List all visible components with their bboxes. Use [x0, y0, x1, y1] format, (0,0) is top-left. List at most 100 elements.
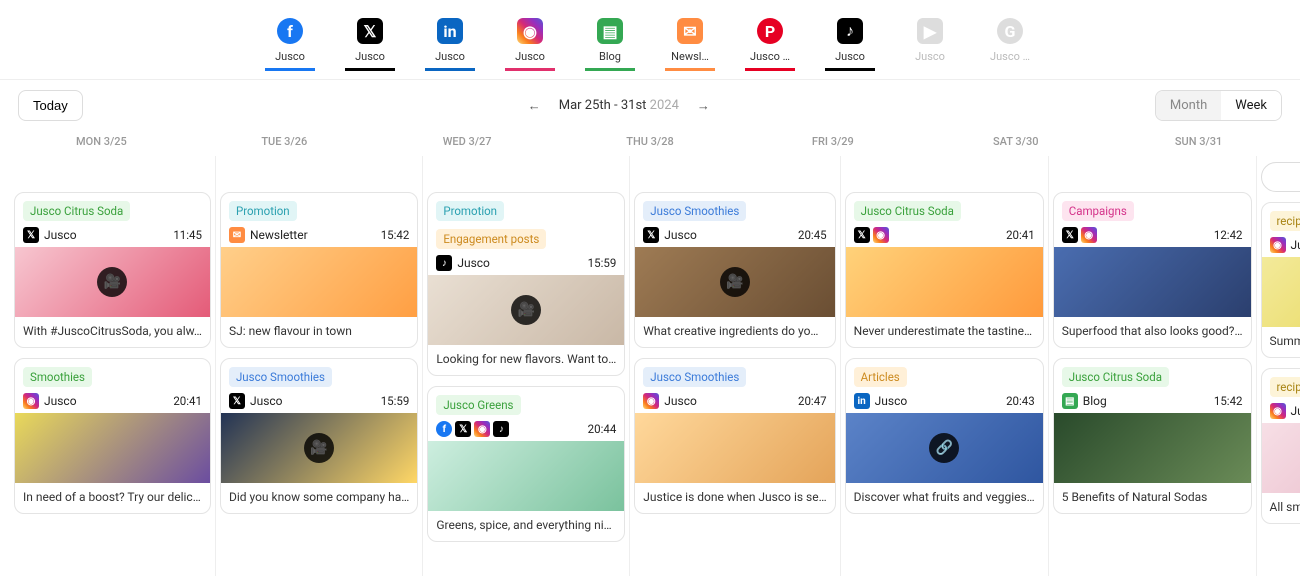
post-card[interactable]: Campaigns 𝕏◉ 12:42 Superfood that also l…: [1053, 192, 1252, 348]
post-card[interactable]: PromotionEngagement posts ♪Jusco 15:59 🎥…: [427, 192, 625, 376]
account-google[interactable]: GJusco …: [985, 18, 1035, 71]
post-thumbnail: 🎥: [428, 275, 624, 345]
post-card[interactable]: Jusco Greens f𝕏◉♪ 20:44 Greens, spice, a…: [427, 386, 625, 542]
video-overlay-icon: 🎥: [511, 295, 541, 325]
ig-icon: ◉: [1270, 403, 1286, 419]
account-blog[interactable]: ▤Blog: [585, 18, 635, 71]
post-meta-row: inJusco 20:43: [846, 387, 1043, 413]
post-meta-row: 𝕏Jusco 11:45: [15, 221, 210, 247]
video-overlay-icon: 🎥: [97, 267, 127, 297]
post-meta-row: 𝕏◉ 20:41: [846, 221, 1043, 247]
ig-icon: ◉: [474, 421, 490, 437]
account-facebook[interactable]: fJusco: [265, 18, 315, 71]
post-card[interactable]: Jusco Citrus Soda ▤Blog 15:42 5 Benefits…: [1053, 358, 1252, 514]
post-meta-row: ▤Blog 15:42: [1054, 387, 1251, 413]
date-range: Mar 25th - 31st 2024: [559, 98, 679, 113]
post-meta-row: ◉Jusco 20:47: [635, 387, 834, 413]
post-time: 15:42: [1214, 394, 1243, 408]
day-header: TUE 3/26: [193, 135, 376, 148]
account-label: Jusco …: [750, 50, 790, 63]
x-icon: 𝕏: [1062, 227, 1078, 243]
post-network-icons: ▤Blog: [1062, 393, 1107, 409]
post-network-icons: 𝕏◉: [854, 227, 889, 243]
accounts-bar: fJusco 𝕏Jusco inJusco ◉ Jusco ▤Blog ✉News…: [0, 0, 1300, 79]
date-nav: ← Mar 25th - 31st 2024 →: [524, 94, 714, 118]
post-card[interactable]: Jusco Smoothies ◉Jusco 20:47 Justice is …: [634, 358, 835, 514]
tt-icon: ♪: [436, 255, 452, 271]
post-tag: Jusco Smoothies: [643, 367, 746, 387]
account-youtube[interactable]: ▶Jusco: [905, 18, 955, 71]
post-card[interactable]: Articles inJusco 20:43 🔗 Discover what f…: [845, 358, 1044, 514]
post-caption: Superfood that also looks good?…: [1054, 317, 1251, 347]
day-header: MON 3/25: [10, 135, 193, 148]
post-account: Jusco: [664, 394, 697, 408]
post-card[interactable]: Promotion ✉Newsletter 15:42 SJ: new flav…: [220, 192, 418, 348]
post-thumbnail: [1262, 257, 1300, 327]
post-caption: 5 Benefits of Natural Sodas: [1054, 483, 1251, 513]
day-col-mon: Jusco Citrus Soda 𝕏Jusco 11:45 🎥 With #J…: [10, 156, 216, 576]
post-caption: Justice is done when Jusco is se…: [635, 483, 834, 513]
post-meta-row: ◉Jusco 21:42: [1262, 397, 1300, 423]
post-card[interactable]: Jusco Smoothies 𝕏Jusco 15:59 🎥 Did you k…: [220, 358, 418, 514]
post-caption: Summer is here, and it's time to …: [1262, 327, 1300, 357]
post-card[interactable]: Smoothies ◉Jusco 20:41 In need of a boos…: [14, 358, 211, 514]
post-network-icons: ✉Newsletter: [229, 227, 308, 243]
nl-icon: ✉: [229, 227, 245, 243]
account-label: Jusco: [435, 50, 465, 63]
post-thumbnail: 🎥: [635, 247, 834, 317]
account-label: Jusco: [515, 50, 545, 63]
post-tag: Engagement posts: [436, 229, 546, 249]
post-card[interactable]: Jusco Citrus Soda 𝕏◉ 20:41 Never underes…: [845, 192, 1044, 348]
account-label: Blog: [599, 50, 621, 63]
post-tag: Jusco Smoothies: [229, 367, 332, 387]
day-header: FRI 3/29: [741, 135, 924, 148]
post-thumbnail: [1054, 413, 1251, 483]
next-arrow[interactable]: →: [693, 94, 714, 118]
post-meta-row: 𝕏Jusco 20:45: [635, 221, 834, 247]
post-caption: Discover what fruits and veggies…: [846, 483, 1043, 513]
post-tag: Campaigns: [1062, 201, 1134, 221]
x-icon: 𝕏: [229, 393, 245, 409]
week-view-button[interactable]: Week: [1221, 91, 1281, 120]
post-thumbnail: [221, 247, 417, 317]
today-button[interactable]: Today: [18, 90, 83, 121]
post-caption: Looking for new flavors. Want to…: [428, 345, 624, 375]
post-card[interactable]: Jusco Citrus Soda 𝕏Jusco 11:45 🎥 With #J…: [14, 192, 211, 348]
account-linkedin[interactable]: inJusco: [425, 18, 475, 71]
post-network-icons: 𝕏Jusco: [229, 393, 283, 409]
post-account: Jusco: [875, 394, 908, 408]
x-icon: 𝕏: [643, 227, 659, 243]
post-tag: Jusco Citrus Soda: [854, 201, 961, 221]
post-thumbnail: [428, 441, 624, 511]
post-meta-row: ✉Newsletter 15:42: [221, 221, 417, 247]
post-meta-row: ◉Jusco Soda 15:42: [1262, 231, 1300, 257]
day-col-wed: PromotionEngagement posts ♪Jusco 15:59 🎥…: [423, 156, 630, 576]
post-account: Jusco: [457, 256, 490, 270]
post-time: 20:47: [798, 394, 827, 408]
account-tiktok[interactable]: ♪Jusco: [825, 18, 875, 71]
post-network-icons: ◉Jusco: [23, 393, 77, 409]
new-post-button[interactable]: +New post: [1261, 162, 1300, 192]
post-card[interactable]: Jusco Smoothies 𝕏Jusco 20:45 🎥 What crea…: [634, 192, 835, 348]
account-x[interactable]: 𝕏Jusco: [345, 18, 395, 71]
video-overlay-icon: 🎥: [304, 433, 334, 463]
post-tag: Promotion: [229, 201, 297, 221]
month-view-button[interactable]: Month: [1156, 91, 1221, 120]
account-instagram[interactable]: ◉ Jusco: [505, 18, 555, 71]
link-overlay-icon: 🔗: [929, 433, 959, 463]
day-col-thu: Jusco Smoothies 𝕏Jusco 20:45 🎥 What crea…: [630, 156, 840, 576]
day-header: THU 3/28: [559, 135, 742, 148]
account-pinterest[interactable]: PJusco …: [745, 18, 795, 71]
instagram-icon: ◉: [517, 18, 543, 44]
prev-arrow[interactable]: ←: [524, 94, 545, 118]
post-time: 15:59: [588, 256, 617, 270]
tt-icon: ♪: [493, 421, 509, 437]
account-newsletter[interactable]: ✉Newsl…: [665, 18, 715, 71]
post-caption: With #JuscoCitrusSoda, you alw…: [15, 317, 210, 347]
post-thumbnail: [635, 413, 834, 483]
post-card[interactable]: recipes ◉Jusco Soda 15:42 Summer is here…: [1261, 202, 1300, 358]
day-col-sun: +New post recipes ◉Jusco Soda 15:42 Summ…: [1257, 156, 1300, 576]
post-caption: Greens, spice, and everything ni…: [428, 511, 624, 541]
post-card[interactable]: recipes ◉Jusco 21:42 All smoothies are p…: [1261, 368, 1300, 524]
post-tag: Jusco Citrus Soda: [1062, 367, 1169, 387]
